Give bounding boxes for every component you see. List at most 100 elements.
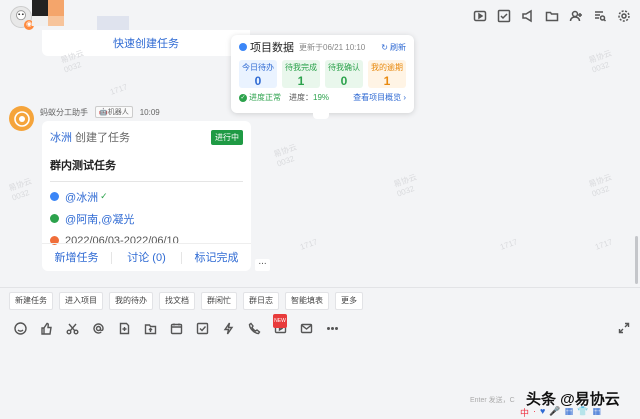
at-icon[interactable] xyxy=(91,321,105,335)
status-badge: 进行中 xyxy=(211,129,243,145)
user-avatar[interactable]: ◉ xyxy=(10,6,34,30)
view-project-overview-link[interactable]: 查看项目概览 › xyxy=(353,92,406,103)
settings-icon[interactable] xyxy=(616,8,632,24)
quick-create-task-link[interactable]: 快速创建任务 xyxy=(113,35,179,51)
stat-to-confirm[interactable]: 待我确认 0 xyxy=(325,60,363,88)
scissors-icon[interactable] xyxy=(65,321,79,335)
task-action-text: 创建了任务 xyxy=(75,132,130,144)
discuss-button[interactable]: 讨论 (0) xyxy=(112,251,182,264)
watermark-text: 易协云0032 xyxy=(587,48,613,75)
lightning-icon[interactable] xyxy=(221,321,235,335)
stat-to-complete[interactable]: 待我完成 1 xyxy=(282,60,320,88)
task-creator[interactable]: 冰洲 xyxy=(50,129,72,145)
new-badge: NEW xyxy=(273,314,287,328)
watermark-text: 易协云0032 xyxy=(272,142,298,169)
shortcut-group-log[interactable]: 群日志 xyxy=(243,292,279,310)
folder-upload-icon[interactable] xyxy=(143,321,157,335)
task-check-icon[interactable] xyxy=(195,321,209,335)
stat-label: 今日待办 xyxy=(242,63,274,72)
scrollbar[interactable] xyxy=(635,236,638,284)
robot-icon: 🤖 xyxy=(99,109,108,116)
stat-value: 0 xyxy=(340,74,348,88)
expand-icon xyxy=(618,322,630,334)
mark-complete-button[interactable]: 标记完成 xyxy=(182,252,251,264)
shortcut-new-task[interactable]: 新建任务 xyxy=(9,292,53,310)
robot-tag: 🤖机器人 xyxy=(95,106,133,118)
input-toolbar: NEW xyxy=(13,314,339,335)
shortcut-more[interactable]: 更多 xyxy=(335,292,363,310)
stat-today-todo[interactable]: 今日待办 0 xyxy=(239,60,277,88)
watermark-glyph: ▦ xyxy=(592,406,601,416)
project-data-popup: 项目数据 更新于06/21 10:10 ↻ 刷新 今日待办 0 待我完成 1 待… xyxy=(231,35,414,113)
phone-icon[interactable] xyxy=(247,321,261,335)
search-list-icon[interactable] xyxy=(592,8,608,24)
add-task-button[interactable]: 新增任务 xyxy=(42,251,112,264)
watermark-text: 易协云0032 xyxy=(587,172,613,199)
progress-info: 进度：19% xyxy=(289,92,329,103)
input-divider xyxy=(0,287,640,288)
stat-value: 1 xyxy=(383,74,391,88)
progress-label: 进度： xyxy=(289,93,313,102)
project-popup-title: 项目数据 xyxy=(250,42,294,54)
shortcut-enter-project[interactable]: 进入项目 xyxy=(59,292,103,310)
watermark-glyph: 🎤 xyxy=(549,406,561,416)
watermark-text: 易协云0032 xyxy=(392,172,418,199)
divider xyxy=(50,181,243,182)
watermark-glyph: · xyxy=(533,406,537,416)
sender-name: 蚂蚁分工助手 xyxy=(40,107,88,117)
task-confirmer-row: @阿南,@凝光 xyxy=(42,211,251,226)
stat-value: 0 xyxy=(254,74,262,88)
check-icon[interactable] xyxy=(496,8,512,24)
task-confirmers[interactable]: @阿南,@凝光 xyxy=(65,211,134,227)
watermark-glyph: ♥ xyxy=(540,406,546,416)
video-new-icon[interactable]: NEW xyxy=(273,314,287,335)
refresh-label: 刷新 xyxy=(390,42,406,52)
project-updated-time: 更新于06/21 10:10 xyxy=(299,42,366,52)
project-popup-footer: ✓ 进度正常 进度：19% 查看项目概览 › xyxy=(239,92,406,103)
shortcut-my-todo[interactable]: 我的待办 xyxy=(109,292,153,310)
bot-avatar[interactable] xyxy=(9,106,34,131)
announce-icon[interactable] xyxy=(520,8,536,24)
task-title: 群内测试任务 xyxy=(50,160,116,172)
task-assignee[interactable]: @冰洲 xyxy=(65,189,98,205)
mail-icon[interactable] xyxy=(299,321,313,335)
folder-icon[interactable] xyxy=(544,8,560,24)
expand-input-button[interactable] xyxy=(618,322,630,337)
corner-watermark-icons: 中 · ♥ 🎤 ▦ 👕 ▦ xyxy=(520,406,601,419)
watermark-text: 1717 xyxy=(108,82,129,97)
message-more-button[interactable]: ... xyxy=(255,257,270,271)
project-dot-icon xyxy=(239,43,247,51)
shortcut-group-busy[interactable]: 群闲忙 xyxy=(201,292,237,310)
check-circle-icon: ✓ xyxy=(239,93,247,102)
top-toolbar xyxy=(472,8,632,24)
stat-label: 待我完成 xyxy=(285,63,317,72)
project-popup-header: 项目数据 更新于06/21 10:10 ↻ 刷新 xyxy=(239,40,406,54)
ant-logo-icon xyxy=(13,110,30,127)
doc-add-icon[interactable] xyxy=(117,321,131,335)
watermark-text: 1717 xyxy=(498,237,519,252)
refresh-icon: ↻ xyxy=(381,42,388,52)
add-user-icon[interactable] xyxy=(568,8,584,24)
shortcut-bar: 新建任务 进入项目 我的待办 找文档 群闲忙 群日志 智能填表 更多 xyxy=(9,292,363,310)
task-actions: 新增任务 讨论 (0) 标记完成 xyxy=(42,243,251,271)
calendar-icon[interactable] xyxy=(169,321,183,335)
shortcut-find-doc[interactable]: 找文档 xyxy=(159,292,195,310)
refresh-button[interactable]: ↻ 刷新 xyxy=(381,42,406,53)
thumbs-up-icon[interactable] xyxy=(39,321,53,335)
video-icon[interactable] xyxy=(472,8,488,24)
robot-tag-label: 机器人 xyxy=(107,109,129,116)
task-assignee-row: @冰洲 ✓ xyxy=(42,189,251,204)
watermark-text: 易协云0032 xyxy=(7,176,33,203)
message-sender-row: 蚂蚁分工助手 🤖机器人 10:09 xyxy=(40,106,160,118)
task-card-header: 冰洲 创建了任务 进行中 xyxy=(42,121,251,145)
more-icon[interactable] xyxy=(325,321,339,335)
send-hint: Enter 发送，C xyxy=(470,397,515,404)
watermark-text: 1717 xyxy=(593,237,614,252)
emoji-icon[interactable] xyxy=(13,321,27,335)
watermark-text: 1717 xyxy=(298,237,319,252)
verified-check-icon: ✓ xyxy=(100,191,108,201)
shortcut-smart-form[interactable]: 智能填表 xyxy=(285,292,329,310)
task-card[interactable]: 冰洲 创建了任务 进行中 群内测试任务 @冰洲 ✓ @阿南,@凝光 2022/0… xyxy=(42,121,251,271)
stat-overdue[interactable]: 我的逾期 1 xyxy=(368,60,406,88)
popup-collapse-tab[interactable] xyxy=(313,113,329,119)
